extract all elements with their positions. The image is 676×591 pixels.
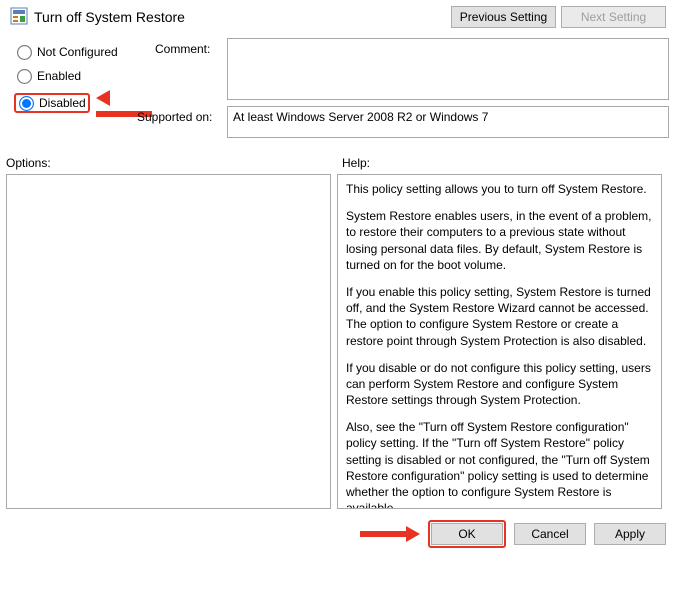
radio-enabled[interactable]: Enabled xyxy=(14,66,151,86)
help-text: If you enable this policy setting, Syste… xyxy=(346,284,657,349)
supported-on-label: Supported on: xyxy=(137,106,227,124)
previous-setting-button[interactable]: Previous Setting xyxy=(451,6,556,28)
radio-disabled-input[interactable] xyxy=(19,96,34,111)
dialog-title: Turn off System Restore xyxy=(34,9,185,25)
radio-not-configured-label: Not Configured xyxy=(37,45,118,59)
help-text: System Restore enables users, in the eve… xyxy=(346,208,657,273)
radio-disabled[interactable]: Disabled xyxy=(14,93,90,113)
comment-label: Comment: xyxy=(155,38,227,56)
cancel-button[interactable]: Cancel xyxy=(514,523,586,545)
apply-button[interactable]: Apply xyxy=(594,523,666,545)
radio-not-configured-input[interactable] xyxy=(17,45,32,60)
options-panel xyxy=(6,174,331,509)
help-text: Also, see the "Turn off System Restore c… xyxy=(346,419,657,509)
comment-textarea[interactable] xyxy=(227,38,669,100)
next-setting-button: Next Setting xyxy=(561,6,666,28)
supported-on-textarea xyxy=(227,106,669,138)
annotation-arrow-icon xyxy=(360,526,420,542)
help-panel[interactable]: This policy setting allows you to turn o… xyxy=(337,174,662,509)
help-text: This policy setting allows you to turn o… xyxy=(346,181,657,197)
options-label: Options: xyxy=(0,156,340,170)
radio-enabled-label: Enabled xyxy=(37,69,81,83)
ok-button[interactable]: OK xyxy=(431,523,503,545)
radio-enabled-input[interactable] xyxy=(17,69,32,84)
radio-disabled-label: Disabled xyxy=(39,96,86,110)
help-label: Help: xyxy=(340,156,370,170)
radio-not-configured[interactable]: Not Configured xyxy=(14,42,151,62)
policy-icon xyxy=(10,7,28,28)
help-text: If you disable or do not configure this … xyxy=(346,360,657,409)
